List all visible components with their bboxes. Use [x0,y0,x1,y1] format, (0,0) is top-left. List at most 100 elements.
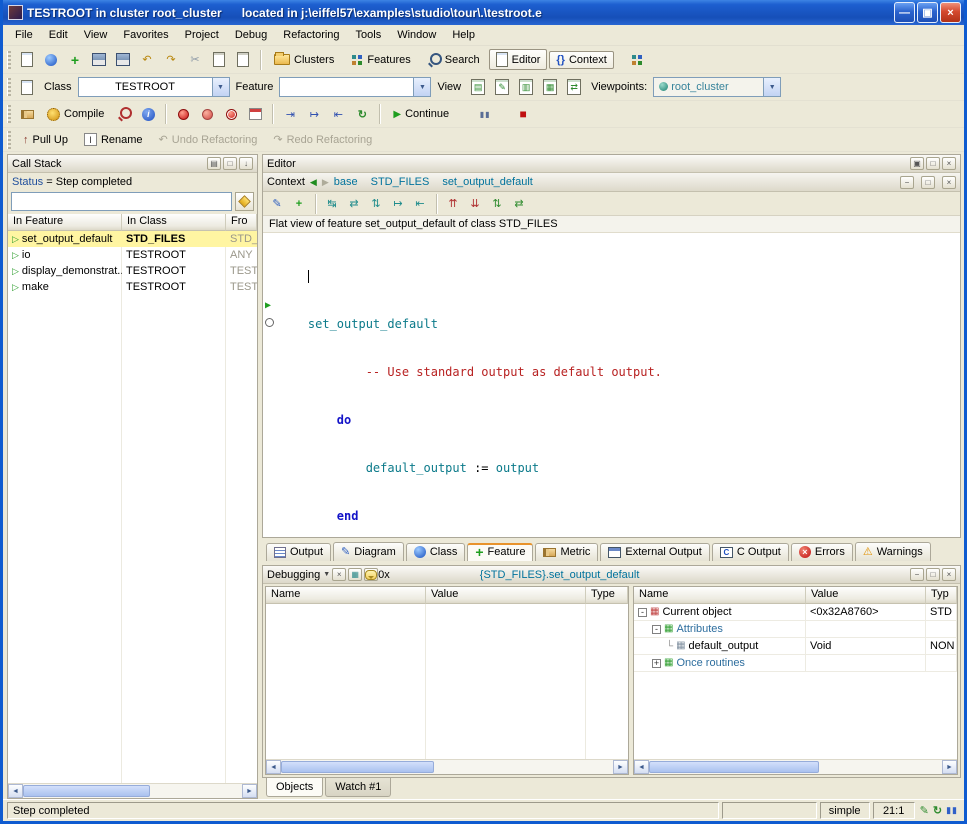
scroll-left-icon[interactable]: ◄ [8,784,23,798]
breakpoint-remove-icon[interactable] [220,103,242,125]
tab-output[interactable]: Output [266,543,331,561]
descendants-icon[interactable]: ⇊ [465,194,485,214]
tree-row-current-object[interactable]: - ▦ Current object <0x32A8760> STD [634,604,957,621]
tab-feature[interactable]: + Feature [467,543,533,561]
search-button[interactable]: Search [420,50,487,70]
breadcrumb-feature[interactable]: set_output_default [442,176,533,188]
menu-project[interactable]: Project [177,27,227,43]
scroll-left-icon[interactable]: ◄ [266,760,281,774]
menu-refactoring[interactable]: Refactoring [275,27,347,43]
send-to-new-window-icon[interactable] [16,76,38,98]
breakpoints-tool-icon[interactable] [244,103,266,125]
call-stack-row[interactable]: ▷ set_output_default STD_FILES STD_ [8,231,257,247]
column-from[interactable]: Fro [226,214,257,231]
view-interface-icon[interactable]: ⇄ [563,76,585,98]
code-area[interactable]: set_output_default -- Use standard outpu… [277,233,960,537]
tab-objects[interactable]: Objects [266,778,323,797]
scroll-right-icon[interactable]: ► [613,760,628,774]
call-stack-header[interactable]: Call Stack ▤ □ ↓ [8,155,257,173]
editor-gutter[interactable]: ▶ [263,233,277,537]
breadcrumb-class[interactable]: STD_FILES [371,176,430,188]
feature-combo-dropdown-icon[interactable]: ▼ [413,78,430,96]
minimize-pane-icon[interactable]: − [900,176,914,189]
tab-metric[interactable]: Metric [535,543,598,561]
feature-combo[interactable]: ▼ [279,77,431,97]
tab-warnings[interactable]: ⚠ Warnings [855,542,931,561]
menu-help[interactable]: Help [444,27,483,43]
exception-button[interactable] [235,192,254,211]
editor-toggle-button[interactable]: Editor [489,49,548,70]
column-type[interactable]: Type [586,587,628,604]
collapse-icon[interactable]: - [652,625,661,634]
close-pane-icon[interactable]: × [942,568,956,581]
chevron-down-icon[interactable]: ▼ [323,571,330,578]
editable-state-icon[interactable]: ✎ [920,804,929,817]
compile-button[interactable]: Compile [40,105,111,124]
continue-button[interactable]: ▶ Continue [386,105,456,123]
context-toggle-button[interactable]: {} Context [549,51,613,69]
save-all-icon[interactable] [112,49,134,71]
tab-class[interactable]: Class [406,543,466,561]
collapse-icon[interactable]: - [638,608,647,617]
close-pane-icon[interactable]: × [942,176,956,189]
editor-body[interactable]: ▶ set_output_default -- Use standard out… [263,233,960,537]
close-pane-icon[interactable]: × [942,157,956,170]
column-type[interactable]: Typ [926,587,957,604]
column-value[interactable]: Value [806,587,926,604]
ancestors-icon[interactable]: ⇈ [443,194,463,214]
undo-refactoring-button[interactable]: ↶ Undo Refactoring [152,130,265,149]
view-flat-icon[interactable]: ▥ [515,76,537,98]
copy-icon[interactable] [208,49,230,71]
sync-icon[interactable]: ↻ [933,804,942,817]
viewpoints-combo[interactable]: root_cluster ▼ [653,77,781,97]
debug-search-icon[interactable] [113,103,135,125]
scroll-track[interactable] [649,760,942,774]
watch-hscrollbar[interactable]: ◄ ► [266,759,628,774]
call-stack-row[interactable]: ▷ make TESTROOT TEST [8,279,257,295]
hex-format-icon[interactable] [364,568,378,581]
tab-external-output[interactable]: External Output [600,543,709,561]
tree-row-once-routines[interactable]: + ▦ Once routines [634,655,957,672]
restore-pane-icon[interactable]: ▣ [910,157,924,170]
exception-input[interactable] [11,192,232,211]
undo-icon[interactable]: ↶ [136,49,158,71]
remove-expression-icon[interactable]: × [332,568,346,581]
pull-up-button[interactable]: ↑ Pull Up [16,131,75,149]
info-icon[interactable]: i [137,103,159,125]
history-back-icon[interactable]: ◀ [310,177,317,188]
save-icon[interactable] [88,49,110,71]
column-name[interactable]: Name [266,587,426,604]
debugging-header[interactable]: Debugging ▼ × ▦ 0x {STD_FILES}.set_outpu… [263,566,960,584]
pause-icon[interactable]: ▮▮ [474,103,496,125]
menu-window[interactable]: Window [389,27,444,43]
scroll-right-icon[interactable]: ► [942,760,957,774]
menu-debug[interactable]: Debug [227,27,275,43]
restart-icon[interactable]: ↻ [351,103,373,125]
tab-c-output[interactable]: C C Output [712,543,789,561]
clusters-button[interactable]: Clusters [267,51,341,69]
new-expression-icon[interactable]: ▦ [348,568,362,581]
maximize-pane-icon[interactable]: □ [921,176,935,189]
column-value[interactable]: Value [426,587,586,604]
history-forward-icon[interactable]: ▶ [322,177,329,188]
menu-edit[interactable]: Edit [41,27,76,43]
call-stack-hscrollbar[interactable]: ◄ ► [8,783,257,798]
scroll-track[interactable] [23,784,242,798]
view-text-icon[interactable]: ▤ [467,76,489,98]
column-name[interactable]: Name [634,587,806,604]
features-button[interactable]: Features [343,50,417,69]
edit-feature-icon[interactable]: ✎ [267,194,287,214]
restore-button[interactable]: ▣ [917,2,938,23]
scroll-left-icon[interactable]: ◄ [634,760,649,774]
toolbar-grip[interactable] [7,131,11,149]
contract-view-icon[interactable]: ⇄ [344,194,364,214]
tab-errors[interactable]: × Errors [791,543,853,561]
call-stack-row[interactable]: ▷ display_demonstrat... TESTROOT TEST [8,263,257,279]
stop-icon[interactable]: ■ [512,103,534,125]
maximize-pane-icon[interactable]: □ [926,157,940,170]
new-window-icon[interactable] [16,49,38,71]
tree-row-default-output[interactable]: └ ▦ default_output Void NON [634,638,957,655]
open-icon[interactable] [40,49,62,71]
redo-refactoring-button[interactable]: ↷ Redo Refactoring [266,130,379,149]
redo-icon[interactable]: ↷ [160,49,182,71]
